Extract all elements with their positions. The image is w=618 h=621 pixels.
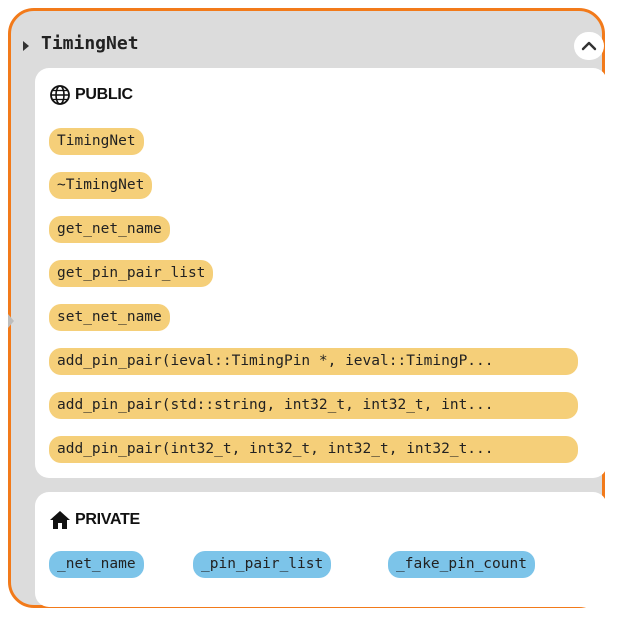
class-card: TimingNet PUBLIC TimingNet ~TimingNet ge… bbox=[8, 8, 607, 608]
method-destructor[interactable]: ~TimingNet bbox=[49, 172, 153, 199]
private-section: PRIVATE _net_name _pin_pair_list _fake_p… bbox=[35, 492, 607, 607]
globe-icon bbox=[50, 85, 70, 105]
class-title: TimingNet bbox=[41, 33, 139, 54]
collapse-button[interactable] bbox=[574, 32, 604, 60]
field-net-name[interactable]: _net_name bbox=[49, 551, 144, 578]
expand-caret-icon[interactable] bbox=[23, 41, 29, 51]
home-icon bbox=[50, 511, 70, 529]
method-add-pin-pair-timing-pin[interactable]: add_pin_pair(ieval::TimingPin *, ieval::… bbox=[49, 348, 578, 375]
method-constructor[interactable]: TimingNet bbox=[49, 128, 144, 155]
public-section: PUBLIC TimingNet ~TimingNet get_net_name… bbox=[35, 68, 607, 478]
public-label: PUBLIC bbox=[75, 86, 133, 103]
method-add-pin-pair-string[interactable]: add_pin_pair(std::string, int32_t, int32… bbox=[49, 392, 578, 419]
connector-notch bbox=[8, 314, 14, 328]
field-pin-pair-list[interactable]: _pin_pair_list bbox=[193, 551, 332, 578]
method-set-net-name[interactable]: set_net_name bbox=[49, 304, 170, 331]
method-get-pin-pair-list[interactable]: get_pin_pair_list bbox=[49, 260, 214, 287]
public-header: PUBLIC bbox=[49, 84, 133, 106]
chevron-up-icon bbox=[581, 41, 597, 51]
field-fake-pin-count[interactable]: _fake_pin_count bbox=[388, 551, 535, 578]
method-add-pin-pair-int[interactable]: add_pin_pair(int32_t, int32_t, int32_t, … bbox=[49, 436, 578, 463]
private-label: PRIVATE bbox=[75, 511, 140, 528]
private-header: PRIVATE bbox=[49, 510, 140, 530]
method-get-net-name[interactable]: get_net_name bbox=[49, 216, 170, 243]
